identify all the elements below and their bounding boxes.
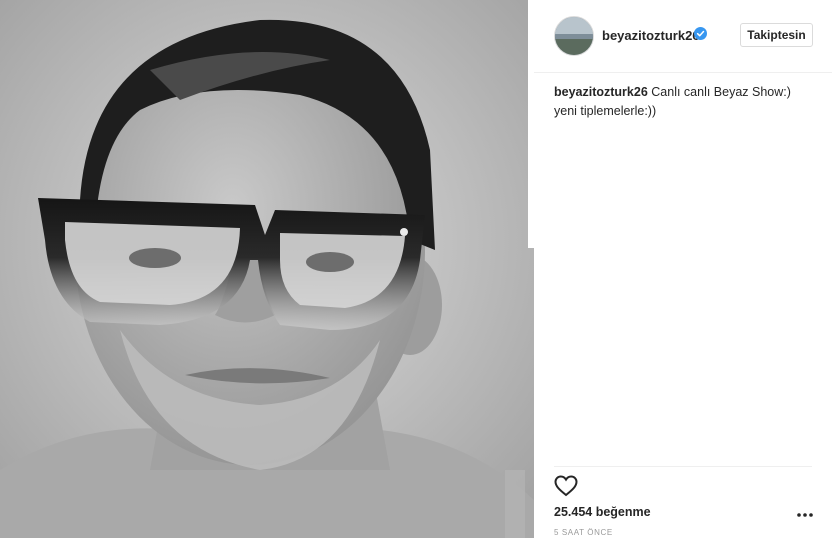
post-photo[interactable]	[0, 0, 534, 538]
caption-username[interactable]: beyazitozturk26	[554, 85, 648, 99]
likes-count[interactable]: 25.454 beğenme	[554, 505, 651, 519]
post-header: beyazitozturk26 Takiptesin	[534, 0, 832, 73]
post-timestamp[interactable]: 5 SAAT ÖNCE	[554, 528, 613, 537]
post-side-panel: beyazitozturk26 Takiptesin beyazitozturk…	[534, 0, 832, 538]
avatar[interactable]	[554, 16, 594, 56]
following-button[interactable]: Takiptesin	[740, 23, 813, 47]
post-caption: beyazitozturk26 Canlı canlı Beyaz Show:)…	[554, 83, 812, 121]
more-options-icon[interactable]	[796, 510, 814, 520]
heart-outline-icon[interactable]	[554, 475, 578, 497]
username-link[interactable]: beyazitozturk26	[602, 28, 700, 43]
divider	[554, 466, 812, 467]
verified-badge-icon	[694, 27, 707, 40]
post-photo-image	[0, 0, 534, 538]
